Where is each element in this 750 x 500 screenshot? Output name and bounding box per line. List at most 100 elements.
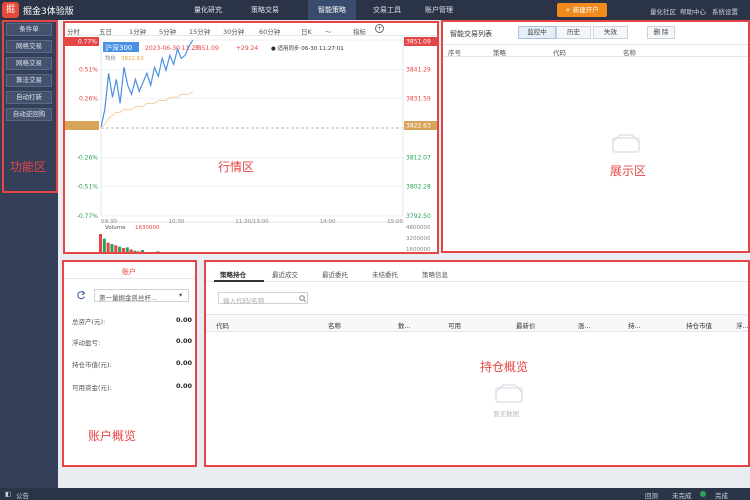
function-sidebar: 条件单 网格交易 网格交易 算法交易 自动打新 自动逆回购 (0, 20, 58, 488)
delete-button[interactable]: 删 除 (647, 26, 675, 39)
col-name[interactable]: 名称 (328, 320, 341, 330)
avg-pct-tag (63, 120, 99, 130)
period-tab-5[interactable]: 30分钟 (223, 26, 244, 36)
nav-tab-smart-strategy[interactable]: 智能策略 (308, 0, 356, 20)
announcement-label[interactable]: 公告 (16, 490, 29, 500)
sidebar-item-condition-order[interactable]: 条件单 (6, 23, 52, 36)
position-value-label: 持仓市值(元): (72, 361, 112, 369)
period-tabs: 分时 五日 1分钟 5分钟 15分钟 30分钟 60分钟 日K 〜 指标 + (63, 23, 438, 36)
tab-strategy-positions[interactable]: 策略持仓 (220, 269, 246, 279)
time-axis-tick-1: 10:30 (169, 219, 185, 225)
sidebar-item-ipo[interactable]: 自动打新 (6, 91, 52, 104)
empty-box-icon (612, 134, 640, 153)
available-cash-label: 可用资金(元): (72, 384, 112, 392)
volume-bar-11 (141, 250, 145, 252)
pending-status[interactable]: 未完成 (672, 490, 692, 500)
status-dot-icon (700, 491, 706, 497)
tab-recent-orders[interactable]: 最近委托 (322, 269, 348, 279)
market-area-label: 行情区 (218, 160, 255, 174)
period-tab-1[interactable]: 五日 (99, 26, 112, 36)
chevron-down-icon: ▾ (179, 291, 183, 299)
sidebar-item-grid-1[interactable]: 网格交易 (6, 40, 52, 53)
done-status[interactable]: 完成 (715, 490, 728, 500)
total-assets-value: 0.00 (175, 316, 192, 324)
sidebar-item-repo[interactable]: 自动逆回购 (6, 108, 52, 121)
account-divider (64, 278, 195, 279)
col-code[interactable]: 代码 (216, 320, 229, 330)
col-change[interactable]: 涨... (578, 320, 591, 330)
time-axis-tick-3: 14:00 (320, 219, 336, 225)
status-label: ● 适用同步 06-30 11:27:01 (271, 44, 344, 52)
positions-panel: 策略持仓 最近成交 最近委托 未结委托 策略信息 输入代码/名称 代码 名称 数… (206, 262, 750, 466)
col-last-price[interactable]: 最新价 (516, 320, 536, 330)
volume-bar-4 (114, 245, 118, 252)
period-tab-2[interactable]: 1分钟 (129, 26, 146, 36)
col-available[interactable]: 可用 (448, 320, 461, 330)
right-axis-tick-6: 3792.50 (406, 213, 431, 220)
available-cash-value: 0.00 (175, 382, 192, 390)
period-tab-9[interactable]: 指标 (353, 26, 366, 36)
volume-bar-3 (110, 244, 114, 252)
volume-bar-2 (106, 242, 110, 252)
col-floating[interactable]: 浮... (736, 320, 749, 330)
new-account-button[interactable]: + 新建开户 (557, 3, 607, 17)
timestamp-label: 2023-06-30 11:27 (145, 45, 199, 52)
position-value-value: 0.00 (175, 359, 192, 367)
change-label: +29.24 (236, 45, 258, 52)
period-tab-6[interactable]: 60分钟 (259, 26, 280, 36)
display-panel: 智能交易列表 监控中 历史 失效 删 除 序号 策略 代码 名称 (443, 22, 748, 252)
volume-bar-15 (156, 251, 160, 252)
floating-pnl-label: 浮动盈亏: (72, 339, 101, 347)
filter-history-button[interactable]: 历史 (556, 26, 591, 39)
period-tab-8[interactable]: 〜 (325, 26, 332, 36)
col-market-value[interactable]: 持仓市值 (686, 320, 712, 330)
volume-bar-5 (118, 246, 122, 252)
vol-axis-tick-1: 3200000 (406, 236, 431, 242)
tab-open-orders[interactable]: 未结委托 (372, 269, 398, 279)
app-title: 掘金3体验版 (23, 7, 74, 17)
right-axis-tick-4: 3812.07 (406, 154, 431, 161)
account-area-label: 账户概览 (88, 429, 137, 443)
community-link[interactable]: 量化社区 (650, 6, 676, 16)
sidebar-item-algo[interactable]: 算法交易 (6, 74, 52, 87)
vol-axis-tick-2: 1600000 (406, 247, 431, 252)
tab-strategy-info[interactable]: 策略信息 (422, 269, 448, 279)
col-name: 名称 (623, 49, 636, 57)
right-axis-tick-1: 3841.29 (406, 66, 431, 73)
period-tab-7[interactable]: 日K (301, 26, 312, 36)
nav-tab-research[interactable]: 量化研究 (183, 0, 233, 20)
col-holding[interactable]: 持... (628, 320, 641, 330)
period-tab-4[interactable]: 15分钟 (189, 26, 210, 36)
period-tab-0[interactable]: 分时 (67, 26, 80, 36)
market-chart-panel: 分时 五日 1分钟 5分钟 15分钟 30分钟 60分钟 日K 〜 指标 + 0.77% 3851.0… (63, 23, 438, 252)
settings-link[interactable]: 系统设置 (712, 6, 738, 16)
series-price-line[interactable] (100, 39, 194, 128)
left-axis-tick-4: -0.26% (77, 154, 99, 161)
time-axis-tick-4: 15:00 (387, 219, 403, 225)
filter-invalid-button[interactable]: 失效 (593, 26, 628, 39)
nav-tab-tools[interactable]: 交易工具 (362, 0, 412, 20)
filter-monitoring-button[interactable]: 监控中 (518, 26, 556, 39)
nav-tab-account[interactable]: 账户管理 (414, 0, 464, 20)
sidebar-item-grid-2[interactable]: 网格交易 (6, 57, 52, 70)
period-tab-3[interactable]: 5分钟 (159, 26, 176, 36)
account-selector[interactable]: 第一量掘金凯丝杆... ▾ (94, 289, 189, 302)
volume-bar-7 (125, 247, 129, 252)
nav-tab-strategy-trade[interactable]: 策略交易 (241, 0, 289, 20)
backtest-status[interactable]: 回测 (645, 490, 658, 500)
right-axis-tick-2: 3831.59 (406, 96, 431, 103)
price-label: 3851.09 (194, 45, 219, 52)
price-chart[interactable]: 0.77%3851.090.51%3841.290.26%3831.590.00… (63, 36, 438, 252)
help-link[interactable]: 帮助中心 (680, 6, 706, 16)
left-axis-tick-1: 0.51% (79, 66, 98, 73)
refresh-icon[interactable] (76, 290, 86, 300)
col-quantity[interactable]: 数... (398, 320, 411, 330)
sub-avg-value: 3822.63 (121, 56, 144, 62)
top-price-tag-text: 3851.09 (406, 39, 431, 46)
volume-value: 1630000 (135, 225, 160, 231)
add-indicator-icon[interactable]: + (375, 24, 384, 33)
announcement-icon: ◧ (5, 490, 12, 498)
tab-recent-trades[interactable]: 最近成交 (272, 269, 298, 279)
position-search-placeholder: 输入代码/名称 (223, 297, 265, 305)
position-search-input[interactable]: 输入代码/名称 (218, 292, 308, 305)
